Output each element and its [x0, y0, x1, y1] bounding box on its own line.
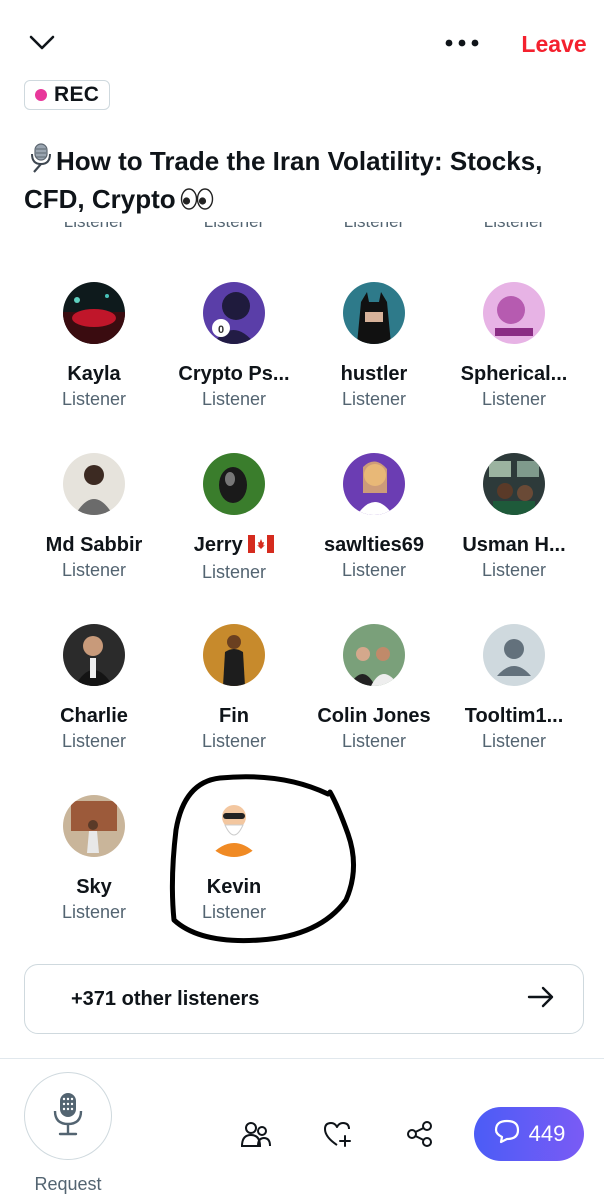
participant-role: Listener	[481, 389, 547, 409]
participant-role: Listener	[201, 902, 267, 922]
request-label: Request	[34, 1174, 102, 1194]
participant-name: Spherical...	[460, 363, 568, 385]
participant-name: Sky	[76, 876, 112, 898]
participant-tile[interactable]: 0 Crypto Ps... Listener	[164, 282, 304, 432]
more-options-icon[interactable]	[440, 30, 484, 56]
chat-count: 449	[528, 1121, 566, 1146]
participant-tile[interactable]: Fin Listener	[164, 624, 304, 774]
participant-name: Charlie	[60, 705, 128, 727]
eyes-icon	[180, 185, 214, 219]
avatar: 0	[203, 282, 265, 344]
participant-name: Fin	[219, 705, 249, 727]
participant-role: Listener	[201, 562, 267, 582]
participant-name: Crypto Ps...	[178, 363, 290, 385]
participant-role: Listener	[201, 731, 267, 751]
avatar	[203, 795, 265, 857]
participant-name: Colin Jones	[317, 705, 431, 727]
participant-tile[interactable]: Spherical... Listener	[444, 282, 584, 432]
heart-plus-icon[interactable]	[318, 1114, 358, 1154]
microphone-icon	[51, 1091, 85, 1142]
participant-name: hustler	[340, 363, 408, 385]
participant-tile[interactable]: Md Sabbir Listener	[24, 453, 164, 603]
bottom-divider	[0, 1058, 604, 1059]
participant-tile[interactable]: Sky Listener	[24, 795, 164, 945]
participant-role: Listener	[341, 731, 407, 751]
studio-microphone-icon	[24, 142, 54, 182]
avatar	[343, 282, 405, 344]
participant-name: Kayla	[67, 363, 121, 385]
chevron-down-icon[interactable]	[22, 26, 62, 60]
participant-tile[interactable]: Kevin Listener	[164, 795, 304, 945]
space-title: How to Trade the Iran Volatility: Stocks…	[24, 146, 543, 214]
avatar	[483, 453, 545, 515]
top-bar: Leave	[0, 0, 604, 80]
avatar	[63, 282, 125, 344]
participant-tile[interactable]: Kayla Listener	[24, 282, 164, 432]
avatar	[343, 624, 405, 686]
chat-button[interactable]: 449	[474, 1107, 584, 1161]
avatar	[203, 453, 265, 515]
participant-name: Md Sabbir	[45, 534, 143, 556]
avatar	[63, 453, 125, 515]
participant-role: Listener	[481, 560, 547, 580]
canada-flag-icon	[248, 535, 275, 559]
avatar	[343, 453, 405, 515]
share-icon[interactable]	[400, 1114, 440, 1154]
recording-badge: REC	[24, 80, 111, 110]
clipped-role-label: Listener	[174, 222, 294, 232]
participant-name: Usman H...	[462, 534, 566, 556]
people-icon[interactable]	[236, 1114, 276, 1154]
avatar	[63, 795, 125, 857]
participant-role: Listener	[61, 902, 127, 922]
avatar	[63, 624, 125, 686]
participant-name: Jerry	[164, 533, 304, 559]
avatar	[483, 282, 545, 344]
recording-label: REC	[54, 83, 100, 106]
participant-tile[interactable]: Usman H... Listener	[444, 453, 584, 603]
recording-dot-icon	[35, 89, 47, 101]
default-avatar	[483, 624, 545, 686]
clipped-previous-row: Listener Listener Listener Listener	[0, 222, 604, 238]
participant-name: Tooltim1...	[464, 705, 564, 727]
arrow-right-icon	[527, 986, 555, 1013]
participant-tile[interactable]: Colin Jones Listener	[304, 624, 444, 774]
participant-role: Listener	[201, 389, 267, 409]
clipped-role-label: Listener	[34, 222, 154, 232]
participant-tile[interactable]: Tooltim1... Listener	[444, 624, 584, 774]
svg-text:0: 0	[218, 324, 224, 336]
participant-name-text: Jerry	[193, 534, 243, 556]
participant-tile[interactable]: hustler Listener	[304, 282, 444, 432]
space-title-container: How to Trade the Iran Volatility: Stocks…	[24, 142, 594, 219]
participant-name: Kevin	[206, 876, 262, 898]
request-mic-button[interactable]	[24, 1072, 112, 1160]
other-listeners-label: +371 other listeners	[71, 987, 260, 1010]
participant-tile[interactable]: sawlties69 Listener	[304, 453, 444, 603]
participant-name: sawlties69	[323, 534, 425, 556]
leave-button[interactable]: Leave	[512, 28, 596, 60]
chat-bubble-icon	[493, 1118, 521, 1150]
participant-role: Listener	[341, 560, 407, 580]
participant-tile[interactable]: Jerry Listener	[164, 453, 304, 603]
participant-tile[interactable]: Charlie Listener	[24, 624, 164, 774]
participant-role: Listener	[61, 731, 127, 751]
participant-role: Listener	[61, 560, 127, 580]
participant-role: Listener	[341, 389, 407, 409]
clipped-role-label: Listener	[314, 222, 434, 232]
participant-role: Listener	[481, 731, 547, 751]
other-listeners-button[interactable]: +371 other listeners	[24, 964, 584, 1034]
clipped-role-label: Listener	[454, 222, 574, 232]
avatar	[203, 624, 265, 686]
participant-role: Listener	[61, 389, 127, 409]
